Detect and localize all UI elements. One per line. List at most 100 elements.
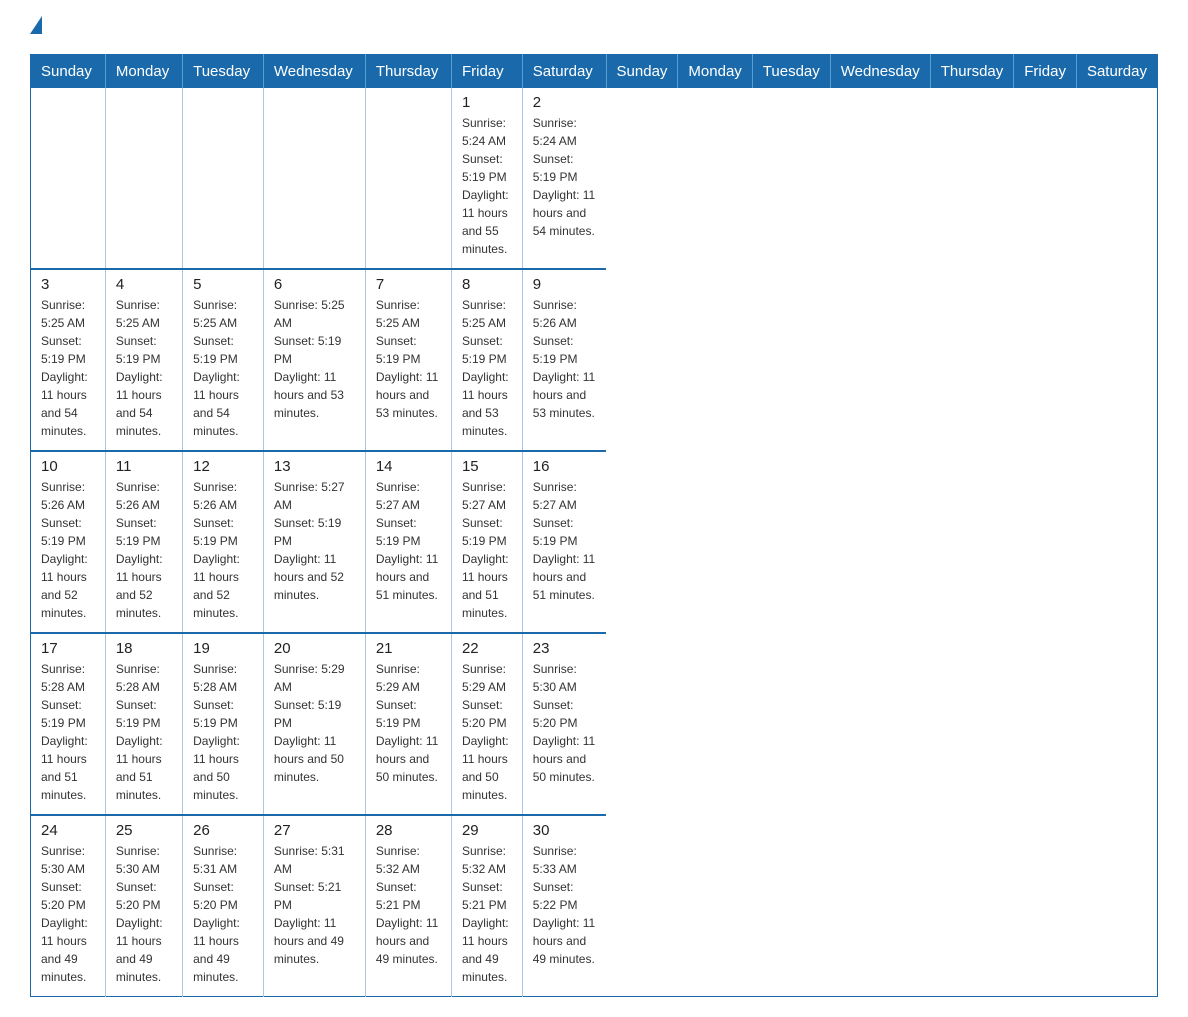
- day-info: Sunrise: 5:25 AM Sunset: 5:19 PM Dayligh…: [116, 296, 172, 440]
- day-number: 20: [274, 640, 355, 657]
- day-info: Sunrise: 5:24 AM Sunset: 5:19 PM Dayligh…: [462, 114, 512, 258]
- day-info: Sunrise: 5:26 AM Sunset: 5:19 PM Dayligh…: [533, 296, 596, 422]
- calendar-cell: [263, 88, 365, 269]
- weekday-header-tuesday: Tuesday: [183, 55, 264, 89]
- day-number: 26: [193, 822, 253, 839]
- calendar-cell: 13 Sunrise: 5:27 AM Sunset: 5:19 PM Dayli…: [263, 451, 365, 633]
- page-header: [30, 20, 1158, 34]
- calendar-cell: [365, 88, 451, 269]
- weekday-header-friday: Friday: [451, 55, 522, 89]
- day-info: Sunrise: 5:25 AM Sunset: 5:19 PM Dayligh…: [274, 296, 355, 422]
- day-info: Sunrise: 5:33 AM Sunset: 5:22 PM Dayligh…: [533, 842, 596, 968]
- day-number: 29: [462, 822, 512, 839]
- calendar-cell: 29Sunrise: 5:32 AM Sunset: 5:21 PM Dayli…: [451, 815, 522, 997]
- calendar-cell: 5Sunrise: 5:25 AM Sunset: 5:19 PM Daylig…: [183, 269, 264, 451]
- calendar-cell: 17 Sunrise: 5:28 AM Sunset: 5:19 PM Dayli…: [31, 633, 106, 815]
- day-info: Sunrise: 5:30 AM Sunset: 5:20 PM Dayligh…: [41, 842, 95, 986]
- day-info: Sunrise: 5:27 AM Sunset: 5:19 PM Dayligh…: [533, 478, 596, 604]
- logo-triangle-icon: [30, 16, 42, 34]
- day-number: 1: [462, 94, 512, 111]
- day-info: Sunrise: 5:30 AM Sunset: 5:20 PM Dayligh…: [116, 842, 172, 986]
- calendar-cell: 27 Sunrise: 5:31 AM Sunset: 5:21 PM Dayli…: [263, 815, 365, 997]
- day-number: 15: [462, 458, 512, 475]
- day-number: 10: [41, 458, 95, 475]
- day-number: 13: [274, 458, 355, 475]
- day-number: 27: [274, 822, 355, 839]
- day-number: 23: [533, 640, 596, 657]
- day-info: Sunrise: 5:32 AM Sunset: 5:21 PM Dayligh…: [376, 842, 441, 968]
- day-info: Sunrise: 5:27 AM Sunset: 5:19 PM Dayligh…: [462, 478, 512, 622]
- calendar-cell: 9 Sunrise: 5:26 AM Sunset: 5:19 PM Daylig…: [522, 269, 606, 451]
- calendar-week-row: 17 Sunrise: 5:28 AM Sunset: 5:19 PM Dayli…: [31, 633, 1158, 815]
- day-number: 22: [462, 640, 512, 657]
- day-number: 2: [533, 94, 596, 111]
- day-info: Sunrise: 5:31 AM Sunset: 5:20 PM Dayligh…: [193, 842, 253, 986]
- day-number: 14: [376, 458, 441, 475]
- weekday-header-saturday: Saturday: [522, 55, 606, 89]
- calendar-cell: 25 Sunrise: 5:30 AM Sunset: 5:20 PM Dayli…: [105, 815, 182, 997]
- calendar-cell: 7 Sunrise: 5:25 AM Sunset: 5:19 PM Daylig…: [365, 269, 451, 451]
- day-info: Sunrise: 5:31 AM Sunset: 5:21 PM Dayligh…: [274, 842, 355, 968]
- day-info: Sunrise: 5:28 AM Sunset: 5:19 PM Dayligh…: [116, 660, 172, 804]
- weekday-header-monday: Monday: [105, 55, 182, 89]
- day-number: 30: [533, 822, 596, 839]
- calendar-cell: 26 Sunrise: 5:31 AM Sunset: 5:20 PM Dayli…: [183, 815, 264, 997]
- day-number: 16: [533, 458, 596, 475]
- calendar-cell: 2 Sunrise: 5:24 AM Sunset: 5:19 PM Daylig…: [522, 88, 606, 269]
- calendar-week-row: 24Sunrise: 5:30 AM Sunset: 5:20 PM Dayli…: [31, 815, 1158, 997]
- day-info: Sunrise: 5:25 AM Sunset: 5:19 PM Dayligh…: [462, 296, 512, 440]
- calendar-cell: [183, 88, 264, 269]
- day-info: Sunrise: 5:29 AM Sunset: 5:20 PM Dayligh…: [462, 660, 512, 804]
- day-info: Sunrise: 5:26 AM Sunset: 5:19 PM Dayligh…: [116, 478, 172, 622]
- calendar-table: SundayMondayTuesdayWednesdayThursdayFrid…: [30, 54, 1158, 997]
- day-number: 5: [193, 276, 253, 293]
- day-number: 11: [116, 458, 172, 475]
- weekday-header-saturday: Saturday: [1076, 55, 1157, 89]
- day-number: 17: [41, 640, 95, 657]
- weekday-header-thursday: Thursday: [930, 55, 1014, 89]
- day-number: 7: [376, 276, 441, 293]
- calendar-cell: 3 Sunrise: 5:25 AM Sunset: 5:19 PM Daylig…: [31, 269, 106, 451]
- day-info: Sunrise: 5:29 AM Sunset: 5:19 PM Dayligh…: [376, 660, 441, 786]
- day-info: Sunrise: 5:24 AM Sunset: 5:19 PM Dayligh…: [533, 114, 596, 240]
- calendar-cell: 4 Sunrise: 5:25 AM Sunset: 5:19 PM Daylig…: [105, 269, 182, 451]
- day-info: Sunrise: 5:25 AM Sunset: 5:19 PM Dayligh…: [41, 296, 95, 440]
- calendar-cell: 20Sunrise: 5:29 AM Sunset: 5:19 PM Dayli…: [263, 633, 365, 815]
- calendar-week-row: 1 Sunrise: 5:24 AM Sunset: 5:19 PM Daylig…: [31, 88, 1158, 269]
- day-info: Sunrise: 5:26 AM Sunset: 5:19 PM Dayligh…: [193, 478, 253, 622]
- day-info: Sunrise: 5:28 AM Sunset: 5:19 PM Dayligh…: [193, 660, 253, 804]
- day-number: 19: [193, 640, 253, 657]
- day-number: 3: [41, 276, 95, 293]
- day-number: 9: [533, 276, 596, 293]
- calendar-cell: 21Sunrise: 5:29 AM Sunset: 5:19 PM Dayli…: [365, 633, 451, 815]
- day-info: Sunrise: 5:30 AM Sunset: 5:20 PM Dayligh…: [533, 660, 596, 786]
- weekday-header-monday: Monday: [678, 55, 752, 89]
- calendar-cell: 23 Sunrise: 5:30 AM Sunset: 5:20 PM Dayli…: [522, 633, 606, 815]
- calendar-cell: 19 Sunrise: 5:28 AM Sunset: 5:19 PM Dayli…: [183, 633, 264, 815]
- day-info: Sunrise: 5:25 AM Sunset: 5:19 PM Dayligh…: [376, 296, 441, 422]
- day-number: 8: [462, 276, 512, 293]
- weekday-header-sunday: Sunday: [606, 55, 678, 89]
- weekday-header-thursday: Thursday: [365, 55, 451, 89]
- calendar-cell: 12Sunrise: 5:26 AM Sunset: 5:19 PM Dayli…: [183, 451, 264, 633]
- weekday-header-friday: Friday: [1014, 55, 1077, 89]
- calendar-cell: [31, 88, 106, 269]
- day-number: 25: [116, 822, 172, 839]
- day-number: 6: [274, 276, 355, 293]
- day-number: 4: [116, 276, 172, 293]
- weekday-header-wednesday: Wednesday: [830, 55, 930, 89]
- calendar-cell: 6 Sunrise: 5:25 AM Sunset: 5:19 PM Daylig…: [263, 269, 365, 451]
- day-info: Sunrise: 5:26 AM Sunset: 5:19 PM Dayligh…: [41, 478, 95, 622]
- calendar-cell: 22 Sunrise: 5:29 AM Sunset: 5:20 PM Dayli…: [451, 633, 522, 815]
- day-info: Sunrise: 5:28 AM Sunset: 5:19 PM Dayligh…: [41, 660, 95, 804]
- calendar-cell: 30 Sunrise: 5:33 AM Sunset: 5:22 PM Dayli…: [522, 815, 606, 997]
- calendar-cell: 15 Sunrise: 5:27 AM Sunset: 5:19 PM Dayli…: [451, 451, 522, 633]
- day-info: Sunrise: 5:27 AM Sunset: 5:19 PM Dayligh…: [376, 478, 441, 604]
- weekday-header-sunday: Sunday: [31, 55, 106, 89]
- calendar-week-row: 10 Sunrise: 5:26 AM Sunset: 5:19 PM Dayli…: [31, 451, 1158, 633]
- calendar-cell: 8 Sunrise: 5:25 AM Sunset: 5:19 PM Daylig…: [451, 269, 522, 451]
- day-number: 18: [116, 640, 172, 657]
- day-info: Sunrise: 5:27 AM Sunset: 5:19 PM Dayligh…: [274, 478, 355, 604]
- calendar-cell: [105, 88, 182, 269]
- weekday-header-wednesday: Wednesday: [263, 55, 365, 89]
